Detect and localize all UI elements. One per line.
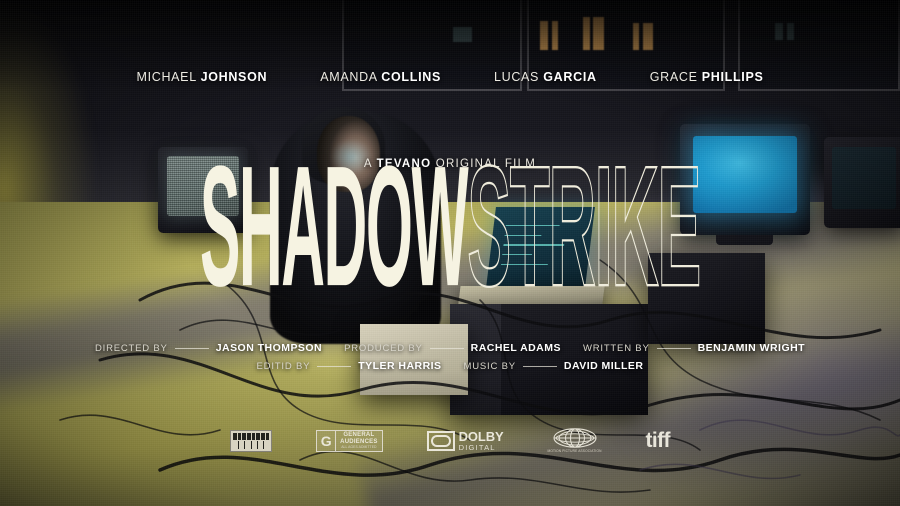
typography-layer: MICHAEL JOHNSON AMANDA COLLINS LUCAS GAR…	[0, 0, 900, 506]
barcode-icon	[230, 429, 273, 452]
title-word-outline: STRIKE	[467, 131, 700, 322]
cast-member: AMANDA COLLINS	[320, 70, 441, 84]
credit-rule	[174, 347, 209, 349]
credit-role: MUSIC BY	[463, 360, 516, 372]
credit-name: TYLER HARRIS	[358, 360, 442, 372]
credit-role: PRODUCED BY	[344, 342, 423, 354]
mpa-globe-icon: MOTION PICTURE ASSOCIATION	[548, 428, 602, 453]
credits-block: DIRECTED BY JASON THOMPSON PRODUCED BY R…	[0, 342, 900, 378]
globe-emblem-icon	[552, 428, 597, 448]
tiff-wordmark: tiff	[645, 429, 671, 452]
rating-line-1: GENERAL	[343, 431, 375, 438]
credit-role: DIRECTED BY	[94, 342, 168, 354]
globe-caption: MOTION PICTURE ASSOCIATION	[547, 449, 602, 453]
credit-role: EDITID BY	[256, 360, 311, 372]
dolby-double-d-icon	[426, 430, 455, 451]
cast-first-name: GRACE	[649, 70, 698, 84]
title-lockup: SHADOW STRIKE	[200, 130, 704, 323]
cast-member: LUCAS GARCIA	[494, 70, 597, 84]
title-word-solid: SHADOW	[200, 131, 469, 322]
credit-role: WRITTEN BY	[582, 342, 650, 354]
rating-letter: G	[317, 430, 337, 451]
credit-entry: EDITID BY TYLER HARRIS	[257, 360, 442, 372]
cast-last-name: PHILLIPS	[701, 70, 764, 84]
dolby-wordmark: DOLBY	[458, 428, 504, 444]
dolby-digital-icon: DOLBY DIGITAL	[426, 428, 504, 452]
credit-entry: MUSIC BY DAVID MILLER	[464, 360, 644, 372]
cast-first-name: AMANDA	[320, 70, 378, 84]
credit-name: JASON THOMPSON	[215, 342, 323, 354]
cast-member: MICHAEL JOHNSON	[136, 70, 267, 84]
credit-name: RACHEL ADAMS	[470, 342, 561, 354]
movie-poster: MICHAEL JOHNSON AMANDA COLLINS LUCAS GAR…	[0, 0, 900, 506]
cast-last-name: GARCIA	[543, 70, 597, 84]
rating-line-3: ALL AGES ADMITTED	[341, 445, 377, 450]
cast-last-name: COLLINS	[381, 70, 441, 84]
logo-strip: G GENERAL AUDIENCES ALL AGES ADMITTED DO…	[0, 428, 900, 453]
cast-member: GRACE PHILLIPS	[650, 70, 764, 84]
credit-name: BENJAMIN WRIGHT	[697, 342, 806, 354]
credits-row-secondary: EDITID BY TYLER HARRIS MUSIC BY DAVID MI…	[0, 360, 900, 372]
main-title: SHADOW STRIKE	[0, 130, 900, 323]
credit-entry: DIRECTED BY JASON THOMPSON	[95, 342, 322, 354]
cast-list: MICHAEL JOHNSON AMANDA COLLINS LUCAS GAR…	[0, 70, 900, 84]
credit-entry: PRODUCED BY RACHEL ADAMS	[344, 342, 561, 354]
credit-rule	[656, 347, 691, 349]
credit-rule	[429, 347, 464, 349]
credit-entry: WRITTEN BY BENJAMIN WRIGHT	[583, 342, 805, 354]
cast-last-name: JOHNSON	[200, 70, 268, 84]
mpaa-rating-icon: G GENERAL AUDIENCES ALL AGES ADMITTED	[316, 429, 383, 452]
credits-row-primary: DIRECTED BY JASON THOMPSON PRODUCED BY R…	[0, 342, 900, 354]
tiff-festival-icon: tiff	[645, 429, 671, 452]
credit-rule	[522, 365, 557, 367]
cast-first-name: LUCAS	[493, 70, 540, 84]
credit-rule	[317, 365, 352, 367]
credit-name: DAVID MILLER	[563, 360, 644, 372]
cast-first-name: MICHAEL	[136, 70, 197, 84]
dolby-format: DIGITAL	[458, 442, 496, 452]
